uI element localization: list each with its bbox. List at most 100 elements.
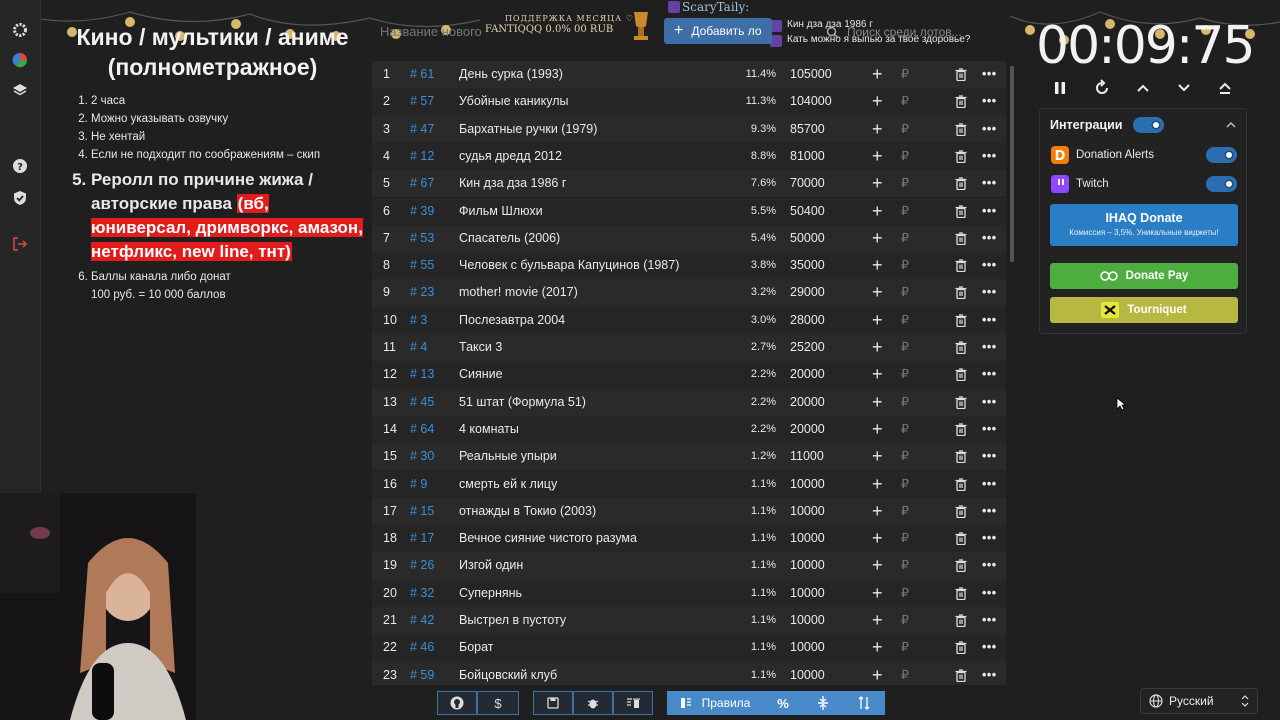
- more-options-button[interactable]: •••: [982, 662, 997, 685]
- currency-rub-icon[interactable]: ₽: [901, 198, 909, 225]
- lot-name[interactable]: Реальные упыри: [459, 443, 557, 470]
- delete-trash-icon[interactable]: [955, 614, 967, 627]
- pause-button[interactable]: [1048, 76, 1072, 100]
- more-options-button[interactable]: •••: [982, 170, 997, 197]
- add-amount-button[interactable]: +: [872, 443, 883, 470]
- add-amount-button[interactable]: +: [872, 334, 883, 361]
- currency-rub-icon[interactable]: ₽: [901, 252, 909, 279]
- lot-amount[interactable]: 10000: [790, 498, 825, 525]
- lot-amount[interactable]: 10000: [790, 607, 825, 634]
- currency-rub-icon[interactable]: ₽: [901, 498, 909, 525]
- add-amount-button[interactable]: +: [872, 61, 883, 88]
- lot-amount[interactable]: 50400: [790, 198, 825, 225]
- delete-trash-icon[interactable]: [955, 204, 967, 218]
- add-amount-button[interactable]: +: [872, 498, 883, 525]
- lot-amount[interactable]: 11000: [790, 443, 824, 470]
- donate-pay-button[interactable]: Donate Pay: [1050, 263, 1238, 289]
- lot-name[interactable]: mother! movie (2017): [459, 279, 578, 306]
- currency-rub-icon[interactable]: ₽: [901, 61, 909, 88]
- currency-rub-icon[interactable]: ₽: [901, 471, 909, 498]
- delete-trash-icon[interactable]: [955, 341, 967, 354]
- debug-button[interactable]: [573, 691, 613, 715]
- lot-name[interactable]: 51 штат (Формула 51): [459, 389, 586, 416]
- more-options-button[interactable]: •••: [982, 471, 997, 498]
- lot-amount[interactable]: 10000: [790, 552, 825, 579]
- currency-rub-icon[interactable]: ₽: [901, 225, 909, 252]
- lot-name[interactable]: Супернянь: [459, 580, 522, 607]
- add-amount-button[interactable]: +: [872, 471, 883, 498]
- more-options-button[interactable]: •••: [982, 61, 997, 88]
- currency-rub-icon[interactable]: ₽: [901, 116, 909, 143]
- currency-rub-icon[interactable]: ₽: [901, 88, 909, 115]
- github-button[interactable]: [437, 691, 477, 715]
- currency-rub-icon[interactable]: ₽: [901, 607, 909, 634]
- delete-trash-icon[interactable]: [955, 450, 967, 464]
- add-amount-button[interactable]: +: [872, 580, 883, 607]
- lot-name[interactable]: Борат: [459, 634, 494, 661]
- more-options-button[interactable]: •••: [982, 334, 997, 361]
- lot-amount[interactable]: 28000: [790, 307, 825, 334]
- integrations-toggle[interactable]: [1133, 117, 1164, 133]
- lot-amount[interactable]: 85700: [790, 116, 825, 143]
- lot-amount[interactable]: 20000: [790, 389, 825, 416]
- ihaq-donate-button[interactable]: IHAQ Donate Комиссия – 3,5%. Уникальные …: [1050, 204, 1238, 246]
- lot-name[interactable]: Убойные каникулы: [459, 88, 569, 115]
- more-options-button[interactable]: •••: [982, 143, 997, 170]
- settings-gear-icon[interactable]: [10, 20, 30, 40]
- add-amount-button[interactable]: +: [872, 525, 883, 552]
- table-scrollbar[interactable]: [1010, 66, 1014, 262]
- currency-rub-icon[interactable]: ₽: [901, 416, 909, 443]
- lot-amount[interactable]: 29000: [790, 279, 825, 306]
- time-up-button[interactable]: [1131, 76, 1155, 100]
- lot-amount[interactable]: 10000: [790, 471, 825, 498]
- more-options-button[interactable]: •••: [982, 279, 997, 306]
- more-options-button[interactable]: •••: [982, 116, 997, 143]
- delete-trash-icon[interactable]: [955, 122, 967, 136]
- delete-trash-icon[interactable]: [955, 259, 967, 273]
- add-amount-button[interactable]: +: [872, 252, 883, 279]
- add-amount-button[interactable]: +: [872, 198, 883, 225]
- currency-rub-icon[interactable]: ₽: [901, 334, 909, 361]
- more-options-button[interactable]: •••: [982, 552, 997, 579]
- more-options-button[interactable]: •••: [982, 198, 997, 225]
- lot-name[interactable]: смерть ей к лицу: [459, 471, 557, 498]
- lot-amount[interactable]: 10000: [790, 580, 825, 607]
- lot-name[interactable]: судья дредд 2012: [459, 143, 562, 170]
- currency-rub-icon[interactable]: ₽: [901, 634, 909, 661]
- more-options-button[interactable]: •••: [982, 498, 997, 525]
- currency-rub-icon[interactable]: ₽: [901, 170, 909, 197]
- compact-view-button[interactable]: [803, 691, 843, 715]
- lot-name[interactable]: отнажды в Токио (2003): [459, 498, 596, 525]
- currency-rub-icon[interactable]: ₽: [901, 389, 909, 416]
- delete-trash-icon[interactable]: [955, 150, 967, 163]
- delete-trash-icon[interactable]: [955, 668, 967, 682]
- delete-trash-icon[interactable]: [955, 641, 967, 655]
- add-amount-button[interactable]: +: [872, 607, 883, 634]
- lot-name[interactable]: Сияние: [459, 361, 503, 388]
- lot-name[interactable]: Такси 3: [459, 334, 502, 361]
- currency-rub-icon[interactable]: ₽: [901, 143, 909, 170]
- currency-rub-icon[interactable]: ₽: [901, 307, 909, 334]
- language-select[interactable]: Русский: [1140, 688, 1258, 714]
- delete-trash-icon[interactable]: [955, 177, 967, 191]
- currency-rub-icon[interactable]: ₽: [901, 552, 909, 579]
- add-lot-button[interactable]: + Добавить ло: [664, 18, 772, 44]
- reset-button[interactable]: [1090, 76, 1114, 100]
- lot-name[interactable]: Вечное сияние чистого разума: [459, 525, 637, 552]
- delete-trash-icon[interactable]: [955, 477, 967, 491]
- time-double-up-button[interactable]: [1213, 76, 1237, 100]
- twitch-toggle[interactable]: [1206, 176, 1237, 192]
- add-amount-button[interactable]: +: [872, 307, 883, 334]
- more-options-button[interactable]: •••: [982, 634, 997, 661]
- more-options-button[interactable]: •••: [982, 389, 997, 416]
- lot-amount[interactable]: 70000: [790, 170, 825, 197]
- clear-lots-button[interactable]: [613, 691, 653, 715]
- time-down-button[interactable]: [1172, 76, 1196, 100]
- lot-name[interactable]: Фильм Шлюхи: [459, 198, 543, 225]
- currency-rub-icon[interactable]: ₽: [901, 279, 909, 306]
- lot-amount[interactable]: 25200: [790, 334, 825, 361]
- donation-alerts-toggle[interactable]: [1206, 147, 1237, 163]
- delete-trash-icon[interactable]: [955, 314, 967, 327]
- add-amount-button[interactable]: +: [872, 279, 883, 306]
- lot-name[interactable]: Кин дза дза 1986 г: [459, 170, 566, 197]
